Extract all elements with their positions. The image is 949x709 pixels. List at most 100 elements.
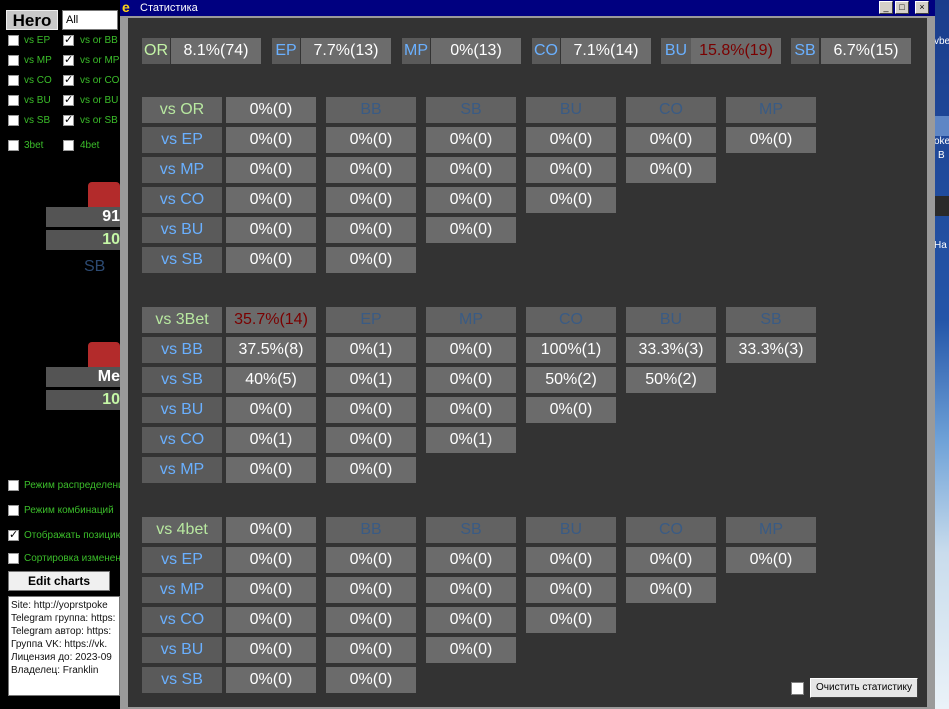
row-label: vs MP	[142, 577, 222, 603]
maximize-button[interactable]: □	[895, 1, 909, 14]
desktop-icon-label-2: oke	[934, 136, 949, 147]
stat-cell: 0%(0)	[426, 187, 516, 213]
bg-option-label: Отображать позицию	[24, 530, 120, 541]
desktop-app-icon-2[interactable]	[934, 196, 949, 216]
row-label: vs CO	[142, 427, 222, 453]
minimize-button[interactable]: _	[879, 1, 893, 14]
clear-stats-checkbox[interactable]	[791, 682, 804, 695]
stat-cell: 0%(0)	[226, 637, 316, 663]
row-label: vs EP	[142, 547, 222, 573]
bg-checkbox-left[interactable]	[8, 35, 19, 46]
red-tab-upper[interactable]	[88, 182, 120, 208]
stat-cell: 0%(0)	[226, 607, 316, 633]
edit-charts-button[interactable]: Edit charts	[8, 571, 110, 591]
row-label: vs SB	[142, 367, 222, 393]
stat-cell: 0%(0)	[426, 337, 516, 363]
bg-checkbox-left[interactable]	[8, 140, 19, 151]
column-header-bu: BU	[626, 307, 716, 333]
stat-cell: 0%(0)	[626, 577, 716, 603]
row-label: vs CO	[142, 607, 222, 633]
close-button[interactable]: ×	[915, 1, 929, 14]
column-header-ep: EP	[326, 307, 416, 333]
bg-checkbox-right[interactable]	[63, 113, 74, 126]
column-header-mp: MP	[726, 97, 816, 123]
stat-cell: 0%(1)	[326, 367, 416, 393]
window-title: Статистика	[140, 2, 198, 14]
bg-checkbox-right[interactable]	[63, 73, 74, 86]
upper-value-1: 91	[46, 207, 122, 227]
desktop-icon-label-1: vbe	[934, 36, 949, 47]
column-header-sb: SB	[426, 517, 516, 543]
stat-cell: 0%(0)	[726, 547, 816, 573]
bg-check-label-right: vs or BU	[80, 95, 119, 106]
row-label: vs CO	[142, 187, 222, 213]
bg-checkbox-left[interactable]	[8, 55, 19, 66]
bg-check-label-right: vs or MP	[80, 55, 120, 66]
stat-cell: 0%(0)	[426, 547, 516, 573]
section-header-2: vs 4bet	[142, 517, 222, 543]
stat-cell: 0%(0)	[526, 547, 616, 573]
info-box: Site: http://yoprstpoke Telegram группа: …	[8, 596, 120, 696]
stat-cell: 0%(1)	[326, 337, 416, 363]
top-stat-label-co: CO	[532, 38, 560, 64]
stat-cell: 0%(0)	[426, 607, 516, 633]
stat-cell: 0%(0)	[326, 127, 416, 153]
bg-checkbox-right[interactable]	[63, 53, 74, 66]
section-header-0: vs OR	[142, 97, 222, 123]
stat-cell: 0%(0)	[426, 637, 516, 663]
stat-cell: 0%(0)	[426, 217, 516, 243]
bg-option-checkbox[interactable]	[8, 480, 19, 491]
info-line: Лицензия до: 2023-09	[11, 652, 112, 663]
filter-select[interactable]: All	[62, 10, 118, 30]
bg-checkbox-left[interactable]	[8, 115, 19, 126]
desktop-icon-label-4: На	[934, 240, 947, 251]
bg-checkbox-right[interactable]	[63, 140, 74, 151]
stat-cell: 0%(0)	[426, 157, 516, 183]
stat-cell: 0%(0)	[226, 247, 316, 273]
stat-cell: 0%(0)	[326, 607, 416, 633]
bg-check-label-left: vs BU	[24, 95, 51, 106]
stat-cell: 0%(0)	[226, 187, 316, 213]
statistics-window: e Статистика _ □ × OR 8.1%(74) EP 7.7%(13) M…	[120, 0, 935, 709]
column-header-sb: SB	[426, 97, 516, 123]
lower-value-1: Me	[46, 367, 122, 387]
stat-cell: 0%(0)	[226, 127, 316, 153]
row-label: vs EP	[142, 127, 222, 153]
stat-cell: 37.5%(8)	[226, 337, 316, 363]
bg-option-checkbox[interactable]	[8, 528, 19, 541]
top-stat-value-co: 7.1%(14)	[561, 38, 651, 64]
desktop-app-icon[interactable]	[934, 116, 949, 136]
section-header-1: vs 3Bet	[142, 307, 222, 333]
stat-cell: 0%(0)	[326, 157, 416, 183]
bg-checkbox-left[interactable]	[8, 95, 19, 106]
stat-cell: 0%(0)	[326, 217, 416, 243]
stat-cell: 0%(0)	[326, 427, 416, 453]
bg-option-checkbox[interactable]	[8, 505, 19, 516]
bg-option-label: Режим распределения	[24, 480, 120, 491]
title-bar[interactable]: e Статистика _ □ ×	[120, 0, 935, 16]
desktop-icon-label-3: B	[938, 150, 945, 161]
stat-cell: 0%(0)	[226, 217, 316, 243]
top-stat-value-ep: 7.7%(13)	[301, 38, 391, 64]
bg-checkbox-right[interactable]	[63, 93, 74, 106]
lower-value-2: 10	[46, 390, 122, 410]
hero-button[interactable]: Hero	[6, 10, 58, 30]
bg-option-label: Режим комбинаций	[24, 505, 114, 516]
column-header-bb: BB	[326, 517, 416, 543]
row-label: vs BU	[142, 217, 222, 243]
stat-cell: 0%(0)	[326, 547, 416, 573]
top-stat-label-sb: SB	[791, 38, 819, 64]
stat-cell: 0%(0)	[226, 547, 316, 573]
info-line: Группа VK: https://vk.	[11, 639, 108, 650]
red-tab-lower[interactable]	[88, 342, 120, 368]
bg-checkbox-left[interactable]	[8, 75, 19, 86]
clear-stats-button[interactable]: Очистить статистику	[810, 678, 918, 698]
top-stat-value-mp: 0%(13)	[431, 38, 521, 64]
bg-option-checkbox[interactable]	[8, 553, 19, 564]
top-stat-value-or: 8.1%(74)	[171, 38, 261, 64]
section-header-value-1: 35.7%(14)	[226, 307, 316, 333]
bg-checkbox-right[interactable]	[63, 33, 74, 46]
column-header-co: CO	[626, 517, 716, 543]
column-header-mp: MP	[426, 307, 516, 333]
top-stat-value-sb: 6.7%(15)	[821, 38, 911, 64]
